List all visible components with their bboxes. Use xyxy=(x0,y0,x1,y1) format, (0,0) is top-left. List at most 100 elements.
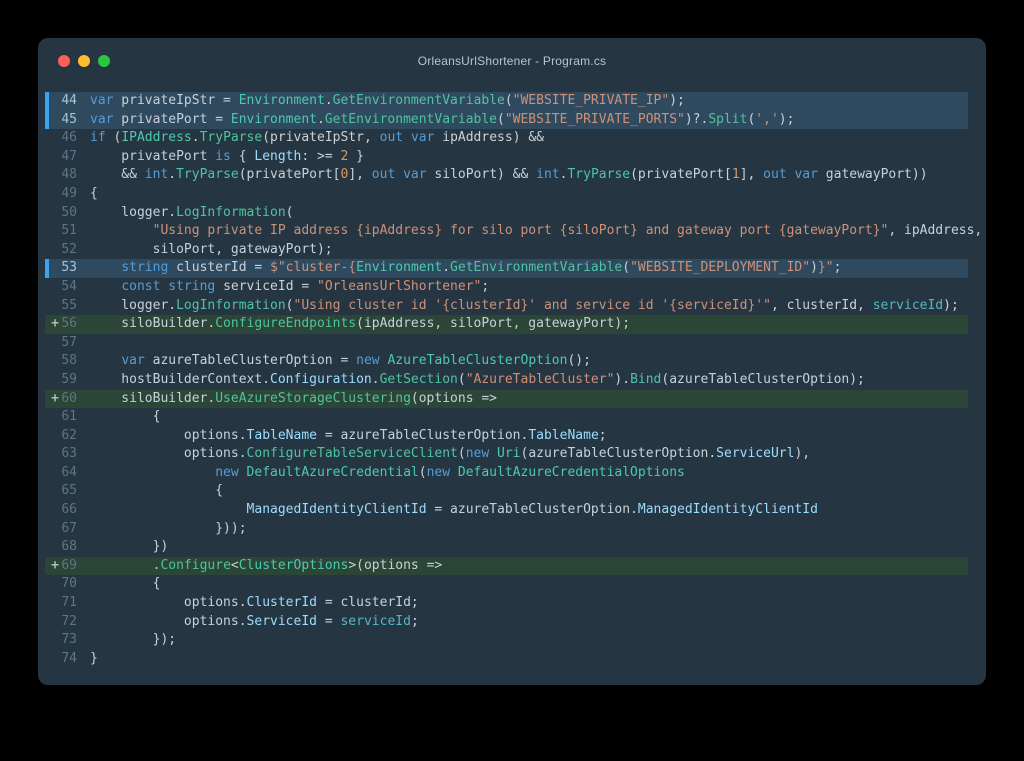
line-accent-bar xyxy=(45,631,49,650)
code-line[interactable]: 46 if (IPAddress.TryParse(privateIpStr, o… xyxy=(45,129,968,148)
line-number[interactable]: 65 xyxy=(61,482,77,501)
code-text: var azureTableClusterOption = new AzureT… xyxy=(121,353,591,369)
code-area[interactable]: 44 var privateIpStr = Environment.GetEnvi… xyxy=(38,84,986,684)
code-text: new DefaultAzureCredential(new DefaultAz… xyxy=(215,464,685,480)
line-accent-bar xyxy=(45,334,49,353)
code-text: hostBuilderContext.Configuration.GetSect… xyxy=(90,371,865,387)
line-number[interactable]: 67 xyxy=(61,520,77,539)
code-line[interactable]: +60 siloBuilder.UseAzureStorageClusterin… xyxy=(45,389,968,409)
line-accent-bar xyxy=(45,259,49,278)
code-text: .Configure<ClusterOptions>(options => xyxy=(90,557,443,573)
line-number[interactable]: 51 xyxy=(61,222,77,241)
code-line[interactable]: 68 }) xyxy=(45,538,968,557)
line-number[interactable]: 57 xyxy=(61,334,77,353)
code-text: { xyxy=(90,185,98,201)
code-line[interactable]: 51 "Using private IP address {ipAddress}… xyxy=(45,222,982,241)
line-number[interactable]: 68 xyxy=(61,538,77,557)
line-accent-bar xyxy=(45,501,49,520)
code-line[interactable]: 61 { xyxy=(45,408,968,427)
line-number[interactable]: 58 xyxy=(61,352,77,371)
code-line[interactable]: 50 logger.LogInformation( xyxy=(45,204,968,223)
code-line[interactable]: 67 })); xyxy=(45,520,968,539)
line-number[interactable]: 45 xyxy=(61,111,77,130)
line-number[interactable]: 46 xyxy=(61,129,77,148)
line-accent-bar xyxy=(45,241,49,260)
line-accent-bar xyxy=(45,445,49,464)
line-number[interactable]: 52 xyxy=(61,241,77,260)
line-number[interactable]: 60 xyxy=(61,390,77,409)
code-line[interactable]: 66 ManagedIdentityClientId = azureTableC… xyxy=(45,501,968,520)
diff-added-marker: + xyxy=(51,557,59,573)
diff-added-marker: + xyxy=(51,316,59,332)
line-number[interactable]: 71 xyxy=(61,594,77,613)
line-number[interactable]: 48 xyxy=(61,166,77,185)
code-line[interactable]: 55 logger.LogInformation("Using cluster … xyxy=(45,297,968,316)
code-line[interactable]: 65 { xyxy=(45,482,968,501)
code-line[interactable]: +56 siloBuilder.ConfigureEndpoints(ipAdd… xyxy=(45,315,968,334)
line-accent-bar xyxy=(45,520,49,539)
code-line[interactable]: 58 var azureTableClusterOption = new Azu… xyxy=(45,352,968,371)
line-number[interactable]: 44 xyxy=(61,92,77,111)
line-accent-bar xyxy=(45,222,49,241)
line-number[interactable]: 62 xyxy=(61,427,77,446)
line-number[interactable]: 49 xyxy=(61,185,77,204)
code-line[interactable]: +69 .Configure<ClusterOptions>(options =… xyxy=(45,556,968,576)
zoom-button[interactable] xyxy=(98,55,110,67)
code-line[interactable]: 63 options.ConfigureTableServiceClient(n… xyxy=(45,445,968,464)
code-line[interactable]: 73 }); xyxy=(45,631,968,650)
line-accent-bar xyxy=(45,185,49,204)
line-number[interactable]: 63 xyxy=(61,445,77,464)
code-line[interactable]: 52 siloPort, gatewayPort); xyxy=(45,241,968,260)
window-controls xyxy=(58,38,110,84)
line-number[interactable]: 70 xyxy=(61,575,77,594)
code-line[interactable]: 47 privatePort is { Length: >= 2 } xyxy=(45,148,968,167)
code-text: && int.TryParse(privatePort[0], out var … xyxy=(90,167,928,183)
line-number[interactable]: 55 xyxy=(61,297,77,316)
line-number[interactable]: 64 xyxy=(61,464,77,483)
line-accent-bar xyxy=(45,650,49,669)
code-line[interactable]: 64 new DefaultAzureCredential(new Defaul… xyxy=(45,464,968,483)
code-text: })); xyxy=(90,520,247,536)
line-number[interactable]: 54 xyxy=(61,278,77,297)
line-accent-bar xyxy=(45,538,49,557)
code-line[interactable]: 57 xyxy=(45,334,968,353)
line-accent-bar xyxy=(45,110,49,130)
close-button[interactable] xyxy=(58,55,70,67)
code-text: options.ServiceId = serviceId; xyxy=(90,613,419,629)
code-text: }); xyxy=(90,632,177,648)
line-number[interactable]: 72 xyxy=(61,613,77,632)
code-text: ManagedIdentityClientId = azureTableClus… xyxy=(246,502,818,518)
line-number[interactable]: 74 xyxy=(61,650,77,669)
line-number[interactable]: 69 xyxy=(61,557,77,576)
line-number[interactable]: 53 xyxy=(61,259,77,278)
code-line[interactable]: 74} xyxy=(45,650,968,669)
code-line[interactable]: 70 { xyxy=(45,575,968,594)
line-number[interactable]: 73 xyxy=(61,631,77,650)
line-number[interactable]: 59 xyxy=(61,371,77,390)
line-number[interactable]: 50 xyxy=(61,204,77,223)
code-text: privatePort is { Length: >= 2 } xyxy=(90,148,364,164)
line-accent-bar xyxy=(45,575,49,594)
line-number[interactable]: 56 xyxy=(61,315,77,334)
code-line[interactable]: 62 options.TableName = azureTableCluster… xyxy=(45,427,968,446)
line-number[interactable]: 61 xyxy=(61,408,77,427)
window-titlebar[interactable]: OrleansUrlShortener - Program.cs xyxy=(38,38,986,84)
line-accent-bar xyxy=(45,408,49,427)
code-line[interactable]: 72 options.ServiceId = serviceId; xyxy=(45,613,968,632)
code-line[interactable]: 53 string clusterId = $"cluster-{Environ… xyxy=(45,259,968,278)
code-line[interactable]: 44 var privateIpStr = Environment.GetEnvi… xyxy=(45,92,968,111)
minimize-button[interactable] xyxy=(78,55,90,67)
code-line[interactable]: 54 const string serviceId = "OrleansUrlS… xyxy=(45,278,968,297)
line-number[interactable]: 47 xyxy=(61,148,77,167)
line-number[interactable]: 66 xyxy=(61,501,77,520)
code-text: options.TableName = azureTableClusterOpt… xyxy=(90,427,607,443)
code-line[interactable]: 45 var privatePort = Environment.GetEnvir… xyxy=(45,110,968,130)
code-line[interactable]: 48 && int.TryParse(privatePort[0], out v… xyxy=(45,166,968,185)
code-text: if (IPAddress.TryParse(privateIpStr, out… xyxy=(90,130,544,146)
code-text: { xyxy=(90,483,224,499)
code-line[interactable]: 49 { xyxy=(45,185,968,204)
line-accent-bar xyxy=(45,427,49,446)
code-line[interactable]: 59 hostBuilderContext.Configuration.GetS… xyxy=(45,371,968,390)
code-line[interactable]: 71 options.ClusterId = clusterId; xyxy=(45,594,968,613)
editor-window: OrleansUrlShortener - Program.cs 44 var p… xyxy=(38,38,986,685)
